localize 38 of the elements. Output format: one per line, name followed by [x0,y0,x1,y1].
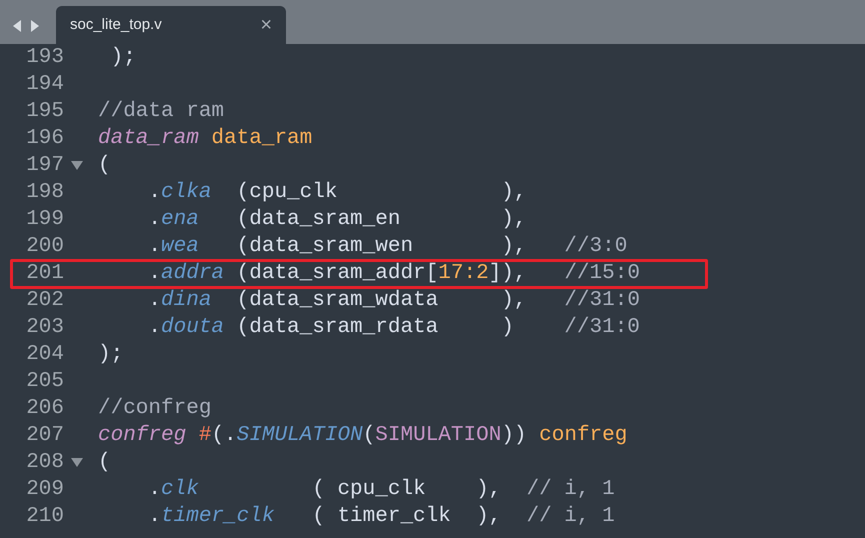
code-line: //confreg [98,398,212,419]
line-number: 200 [25,236,64,257]
line-number: 194 [25,74,64,95]
line-number: 196 [25,128,64,149]
line-number: 199 [25,209,64,230]
code-line: ( [98,155,111,176]
code-line: .dina (data_sram_wdata ), //31:0 [147,290,640,311]
line-number: 206 [25,398,64,419]
fold-arrow-icon[interactable] [71,458,83,467]
line-number: 203 [25,317,64,338]
code-line: .ena (data_sram_en ), [147,209,526,230]
file-tab[interactable]: soc_lite_top.v × [56,6,286,44]
code-line: .douta (data_sram_rdata ) //31:0 [147,317,640,338]
line-number: 209 [25,479,64,500]
line-number: 210 [25,506,64,527]
code-line: data_ram data_ram [98,128,312,149]
line-number: 197 [25,155,64,176]
code-line: ); [98,344,124,365]
fold-arrow-icon[interactable] [71,161,83,170]
code-line: .wea (data_sram_wen ), //3:0 [147,236,628,257]
code-line: .clka (cpu_clk ), [147,182,526,203]
code-line: .clk ( cpu_clk ), // i, 1 [147,479,615,500]
code-line: ( [98,452,111,473]
line-number: 205 [25,371,64,392]
line-number: 204 [25,344,64,365]
line-number: 193 [25,47,64,68]
line-number: 208 [25,452,64,473]
line-number: 198 [25,182,64,203]
line-number: 195 [25,101,64,122]
line-number: 201 [25,263,64,284]
line-number: 207 [25,425,64,446]
code-line: //data ram [98,101,224,122]
code-line: confreg #(.SIMULATION(SIMULATION)) confreg [98,425,628,446]
code-line: .addra (data_sram_addr[17:2]), //15:0 [147,263,640,284]
code-line: ); [110,47,136,68]
line-number: 202 [25,290,64,311]
code-line: .timer_clk ( timer_clk ), // i, 1 [147,506,615,527]
close-button[interactable]: × [260,15,272,35]
